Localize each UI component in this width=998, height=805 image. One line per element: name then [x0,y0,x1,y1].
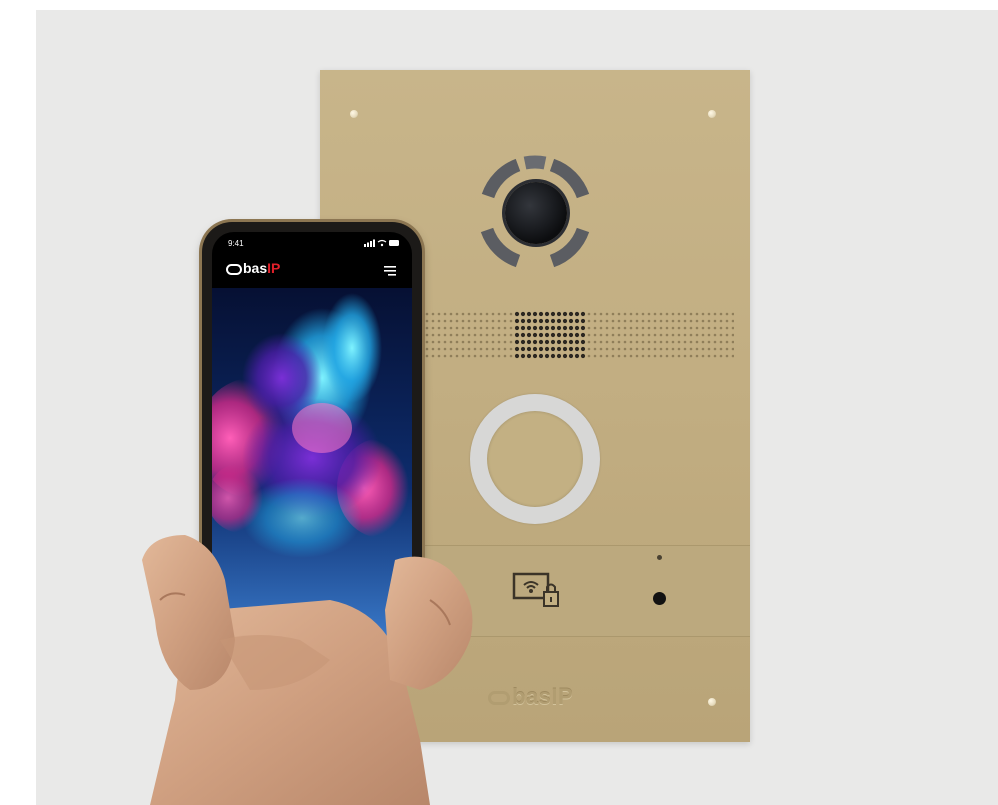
menu-icon[interactable] [384,266,396,276]
screw-icon [350,110,358,118]
app-logo-accent: IP [267,260,281,276]
camera-icon [505,182,567,244]
app-logo-text: bas [243,260,268,276]
panel-logo-text: bas [512,684,552,709]
panel-logo: basIP [488,684,573,710]
app-logo: basIP [226,260,280,276]
speaker-grille-icon [425,311,734,359]
screw-icon [708,110,716,118]
app-header: basIP [212,254,412,288]
logo-mark-icon [226,263,242,275]
splash-image [212,288,412,652]
rfid-key-icon [512,572,559,607]
status-time: 9:41 [228,239,244,248]
status-icons [364,239,399,247]
status-bar: 9:41 [212,232,412,254]
status-led [657,555,662,560]
panel-logo-accent: IP [551,684,574,709]
microphone-icon [653,592,666,605]
logo-mark-icon [488,691,510,706]
phone-screen: 9:41 basIP [212,232,412,652]
call-button[interactable] [470,394,600,524]
smartphone: 9:41 basIP [202,222,422,662]
screw-icon [708,698,716,706]
